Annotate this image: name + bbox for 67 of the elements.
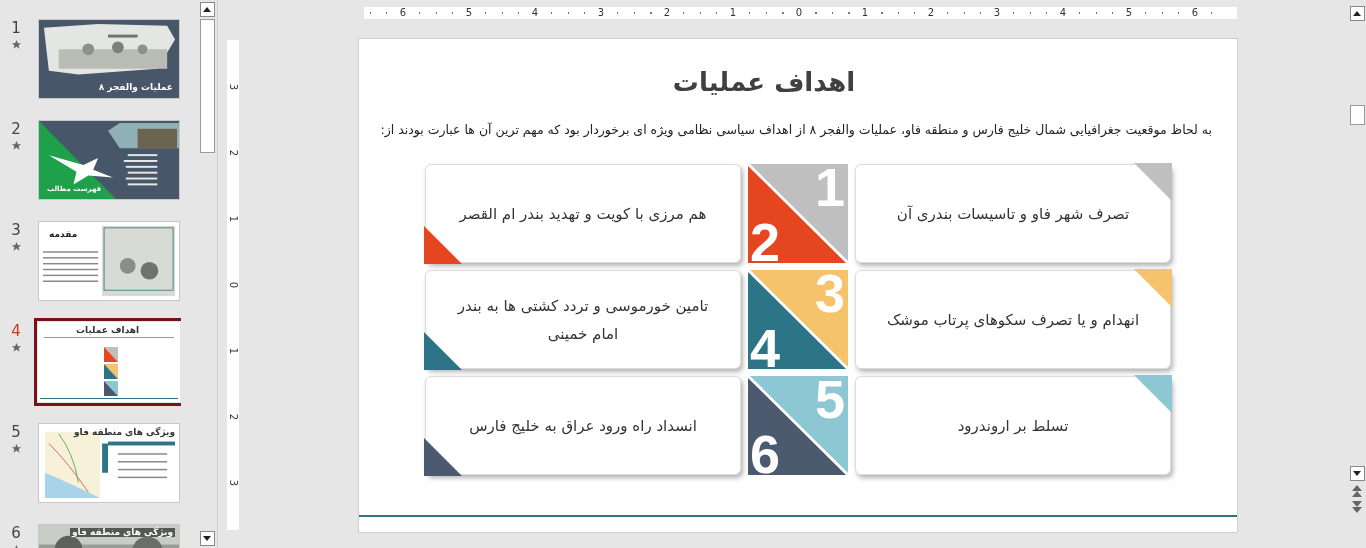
slide-thumbnail[interactable]: مقدمه [38,221,180,301]
item-number: 1 [814,158,845,216]
caret-up-icon [1353,11,1361,16]
previous-slide-icon[interactable] [1352,485,1362,497]
ruler-number: 5 [464,7,474,19]
intro-paragraph: به لحاظ موقعیت جغرافیایی شمال خلیج فارس و منطقه فاو، عملیات والفجر ۸ از اهداف سیاسی نظامی ویژه ای برخوردار بود که مهم ترین آن ها عبارت بودند از: [379,121,1213,140]
slide-thumbnail[interactable]: عملیات والفجر ۸ [38,19,180,99]
ruler-number: 0 [228,281,238,289]
item-number: 6 [750,425,781,483]
scrollbar-thumb[interactable] [199,19,215,153]
ruler-number: 1 [228,347,238,355]
slide-thumbnail[interactable]: ویژگی های منطقه فاو [38,524,180,548]
slide-number: 2 [11,120,21,138]
scrollbar-thumb[interactable] [1349,105,1365,125]
caret-down-icon [1353,471,1361,476]
ruler-number: 1 [860,7,870,19]
caret-up-icon [203,7,211,12]
star-icon [10,241,22,252]
scroll-up-button[interactable] [1349,6,1365,21]
scroll-up-button[interactable] [199,2,215,17]
slide-title: اهداف عملیات [671,66,857,99]
ruler-number: 0 [794,7,804,19]
slide-thumbnail[interactable]: اهداف عملیات [38,322,180,402]
ruler-number: 3 [992,7,1002,19]
goal-text: هم مرزی با کویت و تهدید بندر ام القصر [459,203,707,225]
goal-text: انهدام و یا تصرف سکوهای پرتاب موشک [886,309,1140,331]
ruler-number: 3 [228,83,238,91]
item-number: 5 [814,370,845,428]
thumbnail-title: اهداف عملیات [76,326,140,335]
star-icon [10,39,22,50]
goal-text: تامین خورموسی و تردد کشتی ها به بندر امام خمینی [456,295,710,345]
ruler-number: 6 [1190,7,1200,19]
slide-thumbnail[interactable]: ویژگی های منطقه فاو [38,423,180,503]
goal-text: انسداد راه ورود عراق به خلیج فارس [469,415,697,437]
item-number: 3 [814,264,845,322]
star-icon [10,342,22,353]
ruler-number: 2 [662,7,672,19]
scroll-down-button[interactable] [199,531,215,546]
thumbnail-title: عملیات والفجر ۸ [98,83,173,92]
goal-text: تسلط بر اروندرود [957,415,1069,437]
ruler-number: 6 [398,7,408,19]
ruler-number: 3 [596,7,606,19]
ruler-number: 5 [1124,7,1134,19]
slide-number: 3 [11,221,21,239]
item-number: 2 [750,213,781,271]
slide-number: 5 [11,423,21,441]
ruler-number: 1 [728,7,738,19]
ruler-number: 2 [228,413,238,421]
caret-down-icon [203,536,211,541]
ruler-number: 4 [530,7,540,19]
slide-number: 1 [11,19,21,37]
slide-number: 6 [11,524,21,542]
star-icon [10,443,22,454]
goal-text: تصرف شهر فاو و تاسیسات بندری آن [896,203,1130,225]
scroll-down-button[interactable] [1349,466,1365,481]
ruler-number: 3 [228,479,238,487]
slide-number: 4 [11,322,21,340]
ruler-number: 1 [228,215,238,223]
ruler-number: 2 [228,149,238,157]
next-slide-icon[interactable] [1352,501,1362,513]
item-number: 4 [750,319,781,377]
star-icon [10,140,22,151]
thumbnail-title: مقدمه [49,230,78,239]
ruler-number: 2 [926,7,936,19]
ruler-number: 4 [1058,7,1068,19]
thumbnail-title: ویژگی های منطقه فاو [74,428,175,437]
thumbnail-title: ویژگی های منطقه فاو [70,528,175,537]
